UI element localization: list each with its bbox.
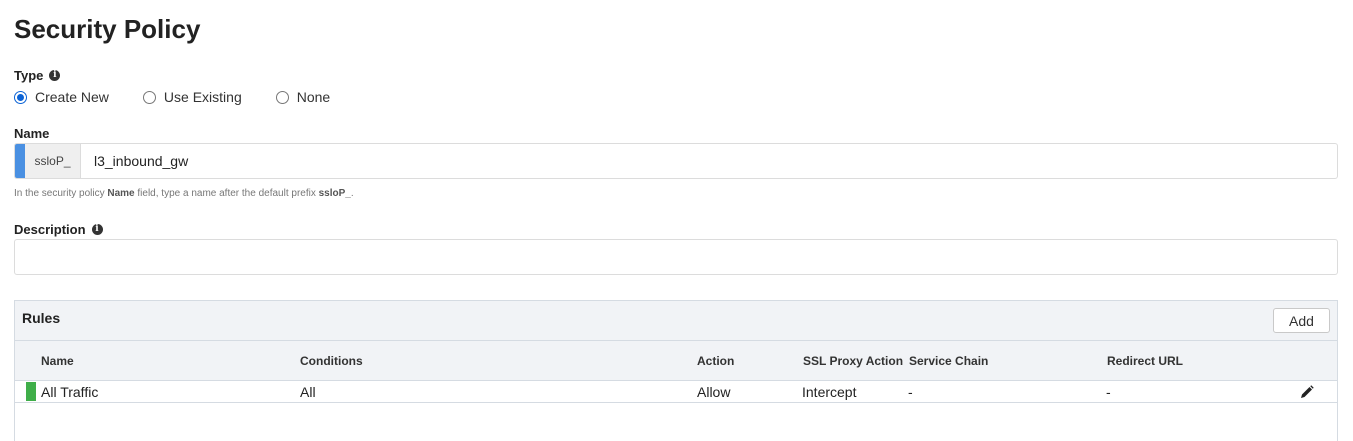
- help-text-bold-name: Name: [107, 188, 135, 199]
- help-text-part2: field, type a name after the default pre…: [134, 188, 319, 199]
- name-input[interactable]: ssloP_ l3_inbound_gw: [14, 143, 1338, 179]
- column-header-service-chain[interactable]: Service Chain: [909, 341, 988, 380]
- name-input-accent: [15, 144, 25, 178]
- page-title: Security Policy: [14, 14, 201, 44]
- name-input-value[interactable]: l3_inbound_gw: [81, 153, 188, 169]
- pencil-icon[interactable]: [1300, 385, 1314, 399]
- name-help-text: In the security policy Name field, type …: [14, 188, 354, 199]
- rule-ssl-proxy-action: Intercept: [802, 383, 857, 400]
- help-text-part3: .: [350, 188, 354, 199]
- radio-use-existing-label: Use Existing: [163, 89, 242, 105]
- name-prefix: ssloP_: [25, 144, 81, 178]
- rules-panel: Rules Add Name Conditions Action SSL Pro…: [14, 300, 1338, 441]
- info-icon[interactable]: i: [91, 224, 103, 235]
- description-input[interactable]: [14, 239, 1338, 275]
- row-status-indicator: [26, 382, 36, 401]
- column-header-redirect-url[interactable]: Redirect URL: [1107, 341, 1183, 380]
- info-icon[interactable]: i: [49, 70, 61, 81]
- radio-none-label: None: [296, 89, 331, 105]
- radio-none[interactable]: None: [275, 89, 331, 105]
- add-rule-button[interactable]: Add: [1273, 308, 1330, 333]
- rule-redirect-url: -: [1106, 383, 1111, 400]
- rule-action: Allow: [697, 383, 731, 400]
- description-label-text: Description: [14, 222, 86, 237]
- radio-create-new-label: Create New: [35, 89, 109, 105]
- type-label: Type i: [14, 68, 61, 83]
- column-header-action[interactable]: Action: [697, 341, 734, 380]
- name-label-text: Name: [14, 126, 50, 141]
- rules-header: Rules Add: [15, 301, 1337, 341]
- column-header-conditions[interactable]: Conditions: [300, 341, 363, 380]
- help-text-part1: In the security policy: [14, 188, 108, 199]
- radio-use-existing[interactable]: Use Existing: [142, 89, 242, 105]
- rules-title: Rules: [22, 310, 61, 326]
- type-label-text: Type: [14, 68, 44, 83]
- rule-name: All Traffic: [41, 383, 99, 400]
- radio-create-new[interactable]: Create New: [14, 89, 109, 105]
- rules-table-header: Name Conditions Action SSL Proxy Action …: [15, 341, 1337, 381]
- type-radio-group: Create New Use Existing None: [14, 89, 364, 105]
- radio-none-circle[interactable]: [275, 90, 289, 104]
- radio-use-existing-circle[interactable]: [142, 90, 156, 104]
- radio-create-new-circle[interactable]: [14, 90, 27, 104]
- name-label: Name: [14, 126, 49, 141]
- help-text-bold-prefix: ssloP_: [318, 188, 351, 199]
- rule-service-chain: -: [908, 383, 913, 400]
- column-header-name[interactable]: Name: [41, 341, 74, 380]
- column-header-ssl-proxy-action[interactable]: SSL Proxy Action: [803, 341, 903, 380]
- rule-conditions: All: [300, 383, 316, 400]
- description-label: Description i: [14, 222, 103, 237]
- table-row[interactable]: All Traffic All Allow Intercept - -: [15, 381, 1337, 403]
